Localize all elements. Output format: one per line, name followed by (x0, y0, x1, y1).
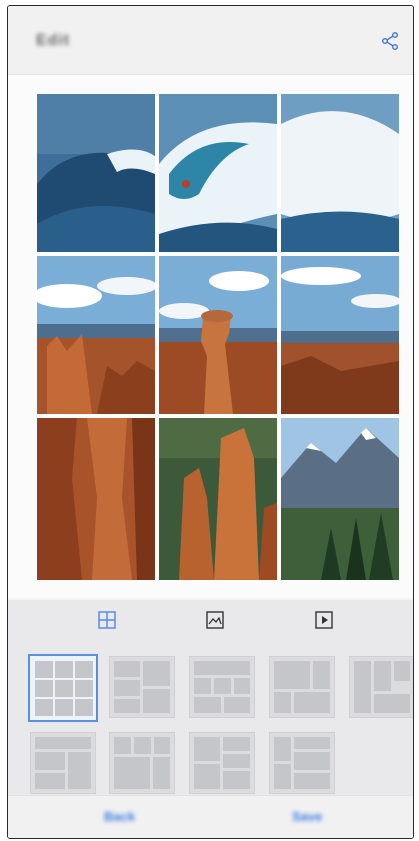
layout-option-5[interactable] (349, 656, 413, 718)
play-video-icon[interactable] (313, 609, 335, 631)
app-window: Edit Back Save (7, 5, 414, 839)
wave-photo (37, 94, 155, 252)
page-title: Edit (36, 32, 71, 49)
back-button[interactable]: Back (104, 809, 135, 824)
layout-option-9[interactable] (269, 732, 335, 794)
top-bar: Edit (8, 6, 413, 75)
collage-cell-7[interactable] (37, 418, 155, 580)
collage-preview-area (8, 75, 413, 598)
layout-option-1[interactable] (28, 654, 98, 722)
layout-option-4[interactable] (269, 656, 335, 718)
rock-wall-photo (37, 418, 155, 580)
mountain-forest-photo (281, 418, 399, 580)
collage-cell-5[interactable] (159, 256, 277, 414)
wave-photo (281, 94, 399, 252)
collage-cell-1[interactable] (37, 94, 155, 252)
layout-option-3[interactable] (189, 656, 255, 718)
save-button[interactable]: Save (292, 809, 322, 824)
wave-photo (159, 94, 277, 252)
layout-options (8, 640, 413, 795)
editor-tabs (8, 600, 413, 640)
collage-cell-2[interactable] (159, 94, 277, 252)
collage-cell-8[interactable] (159, 418, 277, 580)
collage-cell-6[interactable] (281, 256, 399, 414)
grid-layout-icon[interactable] (96, 609, 118, 631)
share-icon[interactable] (377, 28, 403, 54)
collage-cell-4[interactable] (37, 256, 155, 414)
canyon-photo (37, 256, 155, 414)
image-icon[interactable] (204, 609, 226, 631)
collage-cell-9[interactable] (281, 418, 399, 580)
hoodoo-spires-photo (159, 418, 277, 580)
layout-option-2[interactable] (109, 656, 175, 718)
layout-option-8[interactable] (189, 732, 255, 794)
canyon-photo (281, 256, 399, 414)
collage[interactable] (37, 94, 399, 580)
canyon-photo (159, 256, 277, 414)
layout-option-7[interactable] (109, 732, 175, 794)
collage-cell-3[interactable] (281, 94, 399, 252)
bottom-action-bar: Back Save (8, 795, 413, 838)
layout-option-6[interactable] (30, 732, 96, 794)
